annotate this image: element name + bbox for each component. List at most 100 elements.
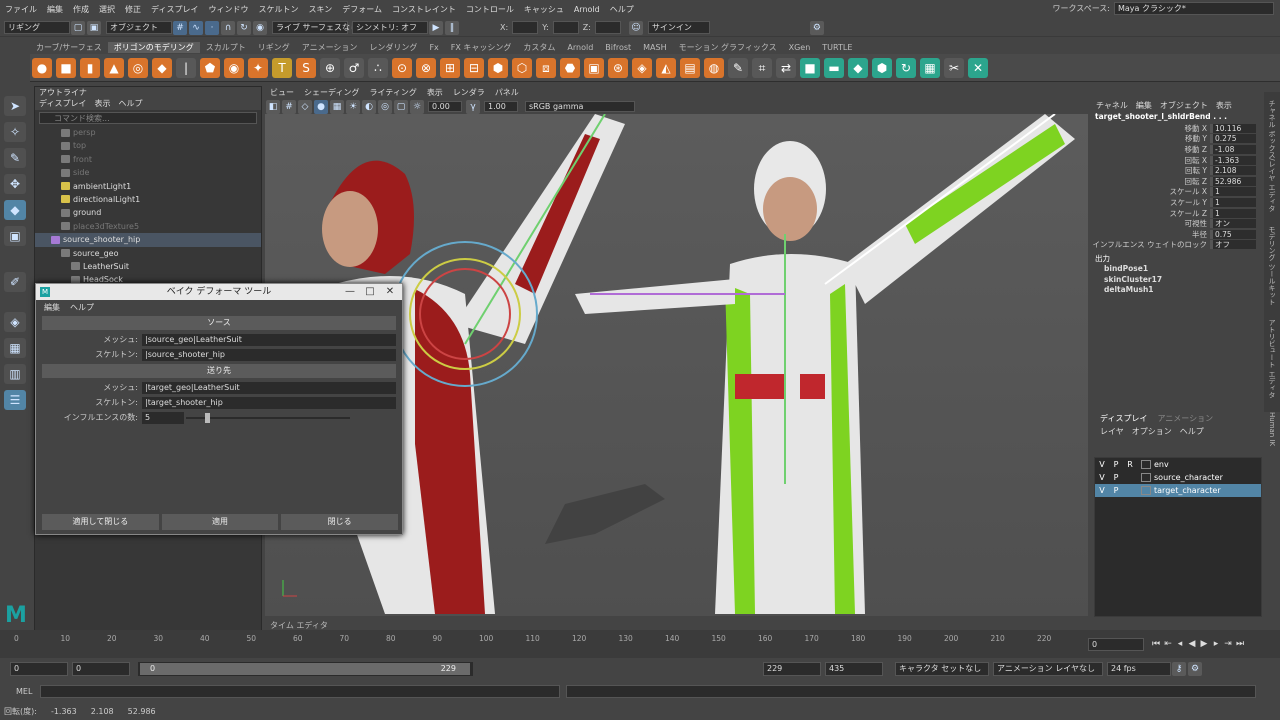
slider-handle[interactable] (205, 412, 210, 423)
playback-end-field[interactable]: 229 (763, 662, 821, 676)
poke-icon[interactable]: ◈ (632, 57, 652, 78)
playback-start-field[interactable]: 0 (72, 662, 130, 676)
channel-value[interactable]: 0.275 (1210, 134, 1256, 144)
channel-value[interactable]: オフ (1210, 240, 1256, 250)
gamma-icon[interactable]: γ (466, 99, 480, 114)
layer-tab[interactable]: ディスプレイ (1100, 413, 1147, 424)
character-set-dropdown[interactable]: キャラクタ セットなし (895, 662, 989, 676)
sew-icon[interactable]: ∴ (368, 57, 388, 78)
uv-spherical-icon[interactable]: ◆ (848, 57, 868, 78)
symmetry-dropdown[interactable]: シンメトリ: オフ (352, 21, 428, 34)
layer-playback-toggle[interactable]: P (1109, 486, 1123, 495)
apply-button[interactable]: 適用 (161, 514, 279, 530)
channel-value[interactable]: 1 (1210, 208, 1256, 218)
two-pane-icon[interactable]: ▥ (4, 364, 26, 384)
uv-editor-icon[interactable]: ✂ (944, 57, 964, 78)
workspace-dropdown[interactable]: Maya クラシック* (1114, 2, 1274, 15)
outliner-search[interactable]: コマンド検索... (39, 112, 257, 124)
key-icon[interactable]: ⚷ (1172, 662, 1186, 676)
layer-reference-toggle[interactable]: R (1123, 460, 1137, 469)
shelf-tab[interactable]: XGen (783, 43, 817, 52)
viewport-menu-item[interactable]: パネル (490, 87, 524, 98)
single-pane-icon[interactable]: ◈ (4, 312, 26, 332)
menu-item[interactable]: 作成 (68, 4, 94, 15)
exposure-field[interactable]: 0.00 (428, 101, 462, 112)
influences-slider[interactable]: 5 (142, 411, 350, 424)
channel-label[interactable]: 回転 Y (1092, 165, 1210, 176)
shelf-tab[interactable]: FX キャッシング (445, 42, 518, 53)
extrude-icon[interactable]: ▣ (584, 57, 604, 78)
exposure-icon[interactable]: ☼ (410, 99, 424, 114)
output-node[interactable]: bindPose1 (1092, 264, 1262, 275)
channel-value[interactable]: 10.116 (1210, 123, 1256, 133)
dest-skeleton-field[interactable]: |target_shooter_hip (142, 396, 396, 409)
outliner-item[interactable]: front (35, 153, 261, 166)
scale-tool-icon[interactable]: ▣ (4, 226, 26, 246)
light-icon[interactable]: ☀ (346, 99, 360, 114)
uv-toolkit-icon[interactable]: ✕ (968, 57, 988, 78)
gamma-field[interactable]: 1.00 (484, 101, 518, 112)
slide-edge-icon[interactable]: ⇄ (776, 57, 796, 78)
mirror-icon[interactable]: ⧈ (536, 57, 556, 78)
channel-menu-item[interactable]: オブジェクト (1160, 100, 1208, 111)
shelf-tab[interactable]: ポリゴンのモデリング (107, 41, 200, 53)
channel-label[interactable]: 可視性 (1092, 218, 1210, 229)
step-forward-icon[interactable]: ▸ (1210, 638, 1222, 650)
combine-icon[interactable]: ⊙ (392, 57, 412, 78)
menu-item[interactable]: 修正 (120, 4, 146, 15)
maximize-icon[interactable]: □ (360, 284, 380, 300)
channel-label[interactable]: 回転 Z (1092, 176, 1210, 187)
edge-loop-icon[interactable]: ⌗ (752, 57, 772, 78)
select-tool-icon[interactable]: ➤ (4, 96, 26, 116)
layer-row[interactable]: V P Renv (1095, 458, 1261, 471)
play-back-icon[interactable]: ◀ (1186, 638, 1198, 650)
shelf-tab[interactable]: Arnold (561, 43, 599, 52)
bridge-icon[interactable]: ♂ (344, 57, 364, 78)
shelf-tab[interactable]: スカルプト (200, 42, 252, 53)
x-field[interactable] (512, 21, 539, 34)
layer-name[interactable]: env (1154, 460, 1169, 469)
outliner-item[interactable]: source_geo (35, 247, 261, 260)
layer-visibility-toggle[interactable]: V (1095, 486, 1109, 495)
grid-icon[interactable]: # (282, 99, 296, 114)
shelf-tab[interactable]: カスタム (517, 42, 561, 53)
minimize-icon[interactable]: — (340, 284, 360, 300)
shelf-tab[interactable]: MASH (637, 43, 672, 52)
xray-icon[interactable]: ▢ (394, 99, 408, 114)
channel-label[interactable]: インフルエンス ウェイトのロック (1092, 239, 1210, 250)
start-time-field[interactable]: 0 (10, 662, 68, 676)
cone-icon[interactable]: ▲ (104, 57, 124, 78)
separate-icon[interactable]: ⊗ (416, 57, 436, 78)
influences-field[interactable]: 5 (142, 411, 184, 424)
output-node[interactable]: deltaMush1 (1092, 285, 1262, 296)
channel-value[interactable]: 52.986 (1210, 176, 1256, 186)
channel-label[interactable]: 半径 (1092, 229, 1210, 240)
side-tab[interactable]: チャネル ボックス/レイヤ エディタ (1267, 100, 1277, 212)
uv-unfold-icon[interactable]: ↻ (896, 57, 916, 78)
shelf-tab[interactable]: リギング (252, 42, 296, 53)
channel-label[interactable]: 回転 X (1092, 155, 1210, 166)
wireframe-icon[interactable]: ◇ (298, 99, 312, 114)
outliner-item[interactable]: LeatherSuit (35, 260, 261, 273)
save-icon[interactable]: ▣ (87, 20, 101, 35)
layer-playback-toggle[interactable]: P (1109, 473, 1123, 482)
colorspace-dropdown[interactable]: sRGB gamma (525, 101, 635, 112)
z-field[interactable] (594, 21, 621, 34)
dest-mesh-field[interactable]: |target_geo|LeatherSuit (142, 381, 396, 394)
pause-icon[interactable]: ‖ (445, 20, 459, 35)
outliner-item[interactable]: directionalLight1 (35, 193, 261, 206)
superellipse-icon[interactable]: ◉ (224, 57, 244, 78)
snap-align-icon[interactable]: ⊕ (320, 57, 340, 78)
menu-item[interactable]: コントロール (461, 4, 519, 15)
cylinder-icon[interactable]: ▮ (80, 57, 100, 78)
channel-value[interactable]: 1 (1210, 187, 1256, 197)
menu-item[interactable]: ファイル (0, 4, 42, 15)
channel-label[interactable]: 移動 X (1092, 123, 1210, 134)
select-mode-dropdown[interactable]: オブジェクト (106, 21, 172, 34)
channel-label[interactable]: 移動 Y (1092, 133, 1210, 144)
render-icon[interactable]: ◉ (253, 20, 267, 35)
star-icon[interactable]: ✦ (248, 57, 268, 78)
close-button[interactable]: 閉じる (281, 514, 399, 530)
shelf-tab[interactable]: モーション グラフィックス (673, 42, 783, 53)
smooth-icon[interactable]: ⬢ (488, 57, 508, 78)
